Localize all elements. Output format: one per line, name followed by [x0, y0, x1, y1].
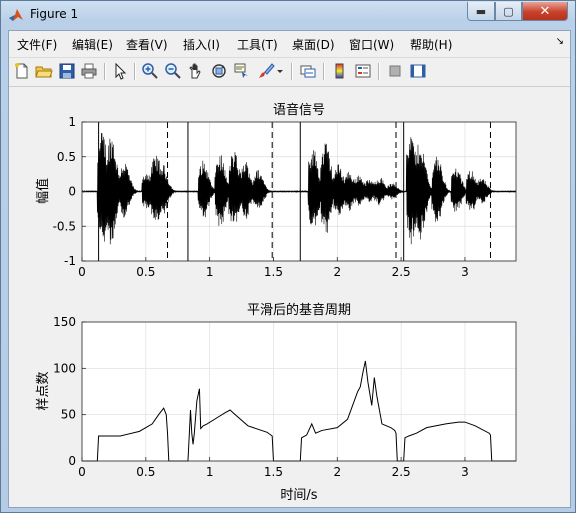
x-tick-label: 2: [333, 265, 341, 279]
minimize-icon: ▬: [475, 4, 487, 18]
title-bar[interactable]: Figure 1 ▬ ▢ ✕: [1, 1, 575, 29]
dock-arrow-icon[interactable]: ↘: [556, 36, 564, 47]
x-tick-label: 3: [461, 465, 469, 479]
x-axis-label: 时间/s: [280, 488, 317, 503]
menu-desktop[interactable]: 桌面(D): [292, 36, 335, 53]
figure-toolbar: [9, 57, 570, 87]
menu-edit[interactable]: 编辑(E): [72, 36, 113, 53]
x-tick-label: 3: [461, 265, 469, 279]
y-tick-label: 0.5: [57, 150, 76, 164]
new-file-icon[interactable]: [13, 62, 31, 80]
y-tick-label: -1: [64, 254, 76, 268]
save-icon[interactable]: [58, 62, 76, 80]
pointer-icon[interactable]: [111, 62, 129, 80]
minimize-button[interactable]: ▬: [467, 2, 495, 21]
toolbar-separator: [104, 63, 106, 80]
x-tick-label: 0.5: [136, 465, 155, 479]
y-tick-label: 150: [53, 315, 76, 329]
close-button[interactable]: ✕: [522, 2, 568, 21]
x-tick-label: 0: [78, 265, 86, 279]
zoom-out-icon[interactable]: [164, 62, 182, 80]
y-tick-label: -0.5: [53, 219, 76, 233]
toolbar-separator: [323, 63, 325, 80]
x-tick-label: 1: [206, 465, 214, 479]
figure-client-area: 文件(F) 编辑(E) 查看(V) 插入(I) 工具(T) 桌面(D) 窗口(W…: [8, 30, 571, 508]
x-tick-label: 1: [206, 265, 214, 279]
x-tick-label: 1.5: [264, 465, 283, 479]
axes-background: [82, 322, 516, 461]
brush-dropdown-icon[interactable]: [275, 62, 285, 80]
x-tick-label: 2.5: [392, 265, 411, 279]
data-cursor-icon[interactable]: [233, 62, 251, 80]
show-plot-tools-icon[interactable]: [409, 62, 427, 80]
x-tick-label: 0: [78, 465, 86, 479]
x-tick-label: 1.5: [264, 265, 283, 279]
link-icon[interactable]: [299, 62, 317, 80]
toolbar-separator: [378, 63, 380, 80]
chart-title: 平滑后的基音周期: [247, 302, 351, 318]
close-icon: ✕: [539, 3, 551, 19]
menu-insert[interactable]: 插入(I): [183, 36, 220, 53]
toolbar-separator: [291, 63, 293, 80]
zoom-in-icon[interactable]: [141, 62, 159, 80]
figure-window: Figure 1 ▬ ▢ ✕ 文件(F) 编辑(E) 查看(V) 插入(I) 工…: [0, 0, 576, 513]
x-tick-label: 2.5: [392, 465, 411, 479]
y-axis-label: 幅值: [35, 178, 51, 204]
menu-tools[interactable]: 工具(T): [237, 36, 278, 53]
y-tick-label: 100: [53, 361, 76, 375]
chart-title: 语音信号: [273, 102, 325, 118]
window-title: Figure 1: [30, 7, 79, 21]
maximize-button[interactable]: ▢: [495, 2, 522, 21]
menu-help[interactable]: 帮助(H): [410, 36, 452, 53]
axes-pitch-period[interactable]: 0 0.5 1 1.5 2 2.5 3 0 50 100 150 平滑后的基音周期 时间/s 样点数: [36, 302, 517, 503]
open-folder-icon[interactable]: [35, 62, 53, 80]
matlab-logo-icon: [8, 7, 24, 23]
figure-canvas: 0 0.5 1 1.5 2 2.5 3 -1 -0.5 0 0.5 1 语音信号 幅值 0 0.5 1 1.…: [9, 87, 570, 507]
toolbar-separator: [134, 63, 136, 80]
y-tick-label: 0: [68, 185, 76, 199]
rotate-3d-icon[interactable]: [210, 62, 228, 80]
maximize-icon: ▢: [503, 4, 514, 18]
menu-view[interactable]: 查看(V): [126, 36, 168, 53]
pan-icon[interactable]: [187, 62, 205, 80]
menu-window[interactable]: 窗口(W): [349, 36, 394, 53]
axes-speech-signal[interactable]: 0 0.5 1 1.5 2 2.5 3 -1 -0.5 0 0.5 1 语音信号 幅值: [35, 102, 517, 279]
menu-bar: 文件(F) 编辑(E) 查看(V) 插入(I) 工具(T) 桌面(D) 窗口(W…: [9, 31, 570, 56]
y-tick-label: 50: [61, 408, 76, 422]
print-icon[interactable]: [80, 62, 98, 80]
y-axis-label: 样点数: [36, 371, 51, 410]
x-tick-label: 2: [333, 465, 341, 479]
y-tick-label: 1: [68, 115, 76, 129]
menu-file[interactable]: 文件(F): [17, 36, 57, 53]
hide-plot-tools-icon[interactable]: [386, 62, 404, 80]
figure-plots: 0 0.5 1 1.5 2 2.5 3 -1 -0.5 0 0.5 1 语音信号 幅值 0 0.5 1 1.…: [35, 102, 517, 503]
legend-icon[interactable]: [354, 62, 372, 80]
y-tick-label: 0: [68, 454, 76, 468]
colorbar-icon[interactable]: [331, 62, 349, 80]
x-tick-label: 0.5: [136, 265, 155, 279]
brush-icon[interactable]: [257, 62, 275, 80]
